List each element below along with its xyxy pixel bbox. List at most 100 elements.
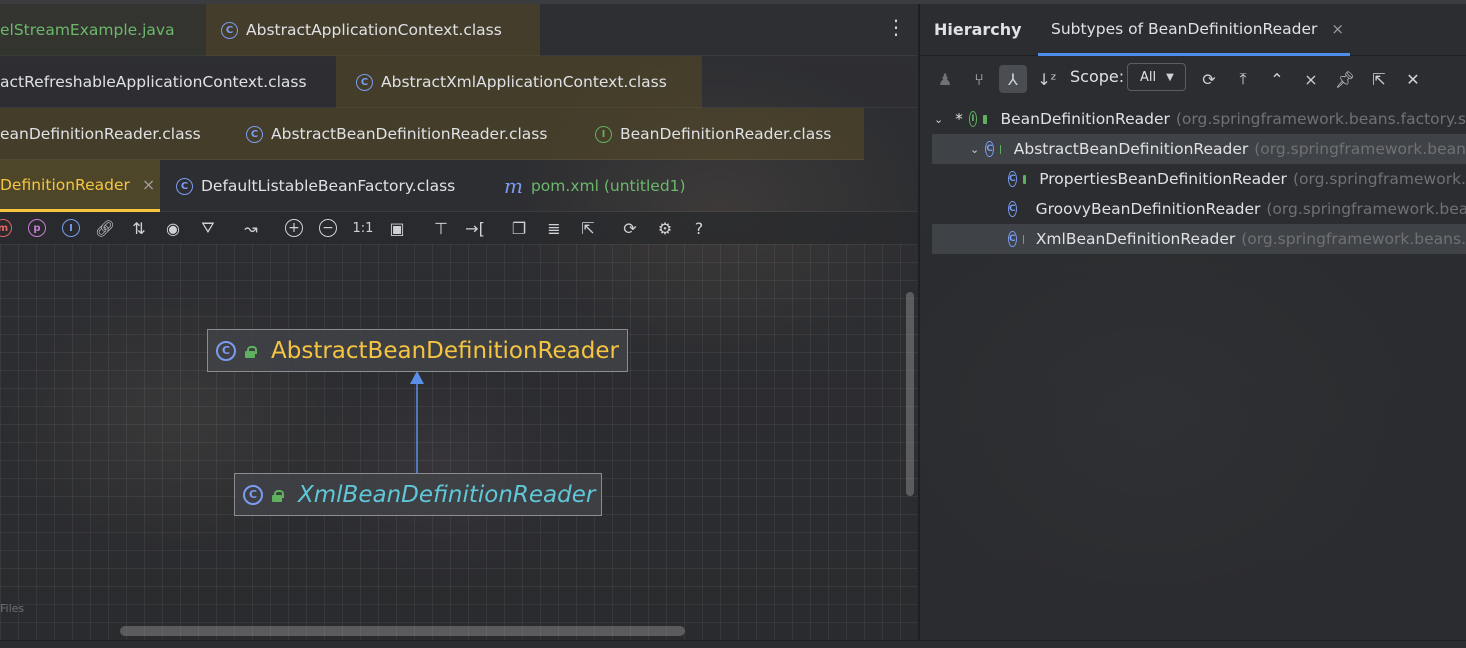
apply-layout-icon[interactable]: →[ [464,217,486,239]
export-icon[interactable]: ⇱ [577,217,599,239]
diagram-toolbar: m p I 🔗︎ ⇅ ◉ ⛛ ↝ + − 1:1 ▣ ⊤ →[ ❐ ≣ ⇱ ⟳ … [0,212,918,244]
tab-label: eanDefinitionReader.class [0,125,201,143]
public-lock-icon [272,489,284,502]
zoom-out-icon[interactable]: − [319,219,337,237]
fit-content-icon[interactable]: ▣ [386,217,408,239]
link-icon[interactable]: 🔗︎ [94,217,116,239]
pin-icon[interactable]: 📌︎ [1334,68,1356,90]
editor-tab-row-3: eanDefinitionReader.class C AbstractBean… [0,108,864,160]
scope-label: Scope: [1070,67,1125,86]
files-label: Files [0,602,25,615]
properties-icon[interactable]: p [28,219,46,237]
editor-tab-row-1: elStreamExample.java C AbstractApplicati… [0,4,918,56]
eye-icon[interactable]: ◉ [162,217,184,239]
diagram-node-xml-bean-definition-reader[interactable]: C XmlBeanDefinitionReader [234,473,602,516]
tree-item-xml-bean-definition-reader[interactable]: C XmlBeanDefinitionReader (org.springfra… [932,224,1466,254]
scope-select[interactable]: All ▼ [1127,63,1186,91]
tab-abstract-application-context[interactable]: C AbstractApplicationContext.class [206,4,540,56]
tab-subtypes[interactable]: Subtypes of BeanDefinitionReader × [1038,4,1350,56]
diagram-node-abstract-bean-definition-reader[interactable]: C AbstractBeanDefinitionReader [207,329,628,372]
tree-item-bean-definition-reader[interactable]: ⌄ * I BeanDefinitionReader (org.springfr… [920,104,1466,134]
collapse-all-icon[interactable]: ⨯ [1300,68,1322,90]
tree-item-abstract-bean-definition-reader[interactable]: ⌄ C AbstractBeanDefinitionReader (org.sp… [932,134,1466,164]
methods-icon[interactable]: m [0,219,12,237]
refresh-icon[interactable]: ⟳ [1198,68,1220,90]
zoom-in-icon[interactable]: + [285,219,303,237]
hierarchy-panel: Hierarchy Subtypes of BeanDefinitionRead… [920,4,1466,640]
node-label: AbstractBeanDefinitionReader [271,337,619,364]
refresh-icon[interactable]: ⟳ [619,217,641,239]
supertypes-icon[interactable]: ⑂ [968,68,990,90]
hierarchy-title: Hierarchy [934,20,1022,39]
tree-item-package: (org.springframework.bea [1266,200,1466,218]
class-icon: C [1008,201,1017,217]
tree-item-groovy-bean-definition-reader[interactable]: C GroovyBeanDefinitionReader (org.spring… [920,194,1466,224]
class-icon: C [1008,171,1017,187]
class-icon: C [221,21,238,39]
class-icon: C [985,141,994,157]
filter-icon[interactable]: ⛛ [197,217,219,239]
status-bar [0,640,1466,648]
class-icon: C [356,73,373,91]
tab-default-listable-bean-factory[interactable]: C DefaultListableBeanFactory.class [160,160,486,212]
editor-tab-row-2: actRefreshableApplicationContext.class C… [0,56,918,108]
public-lock-icon [1022,174,1027,184]
tab-bean-definition-reader-class-left[interactable]: eanDefinitionReader.class [0,108,226,160]
vertical-scrollbar[interactable] [906,292,914,496]
tab-label: actRefreshableApplicationContext.class [0,73,307,91]
class-icon: C [1008,231,1017,247]
diagram-canvas[interactable] [0,244,918,640]
sort-alphabetically-icon[interactable]: ↓ᶻ [1036,68,1058,90]
tab-abstract-xml-application-context[interactable]: C AbstractXmlApplicationContext.class [336,56,702,108]
chevron-down-icon: ▼ [1166,71,1174,83]
tab-label: AbstractBeanDefinitionReader.class [271,125,548,143]
tab-abstract-refreshable-application-context[interactable]: actRefreshableApplicationContext.class [0,56,336,108]
tree-item-properties-bean-definition-reader[interactable]: C PropertiesBeanDefinitionReader (org.sp… [920,164,1466,194]
close-icon[interactable]: × [1331,20,1344,38]
tree-item-name: BeanDefinitionReader [1000,110,1170,128]
more-tabs-icon[interactable]: ⋮ [886,17,906,37]
help-button[interactable]: ? [688,217,710,239]
tab-label: BeanDefinitionReader.class [620,125,832,143]
close-panel-icon[interactable]: ✕ [1402,68,1424,90]
expand-icon[interactable]: ⌃ [1266,68,1288,90]
tab-abstract-bean-definition-reader[interactable]: C AbstractBeanDefinitionReader.class [226,108,580,160]
close-icon[interactable]: × [142,175,155,194]
tree-item-name: PropertiesBeanDefinitionReader [1039,170,1287,188]
class-icon: C [243,484,263,505]
subtypes-icon[interactable]: ⅄ [999,65,1027,93]
route-edges-icon[interactable]: ↝ [240,217,262,239]
chevron-down-icon[interactable]: ⌄ [934,113,943,126]
tab-active-diagram[interactable]: DefinitionReader × [0,160,160,212]
inner-classes-icon[interactable]: I [62,219,80,237]
actual-size-button[interactable]: 1:1 [351,217,375,239]
open-in-window-icon[interactable]: ⇱ [1368,68,1390,90]
navigate-to-top-icon[interactable]: ⤒ [1232,68,1254,90]
interface-icon: I [968,111,978,127]
tree-item-package: (org.springframework.bean [1254,140,1466,158]
tab-label: DefaultListableBeanFactory.class [201,177,456,195]
tab-parallel-stream-example[interactable]: elStreamExample.java [0,4,206,56]
tree-item-package: (org.springframework.beans. [1241,230,1466,248]
class-icon: C [216,340,236,361]
inheritance-arrow [410,371,424,474]
editor-tab-row-4: DefinitionReader × C DefaultListableBean… [0,160,918,212]
horizontal-scrollbar[interactable] [120,626,685,636]
tab-label: pom.xml (untitled1) [530,177,686,195]
tab-label: AbstractXmlApplicationContext.class [381,73,667,91]
sort-icon[interactable]: ⇅ [128,217,150,239]
copy-diagram-icon[interactable]: ❐ [508,217,530,239]
public-lock-icon [245,345,257,358]
class-hierarchy-icon[interactable]: ♟ [934,68,956,90]
tab-pom-xml[interactable]: m pom.xml (untitled1) [486,160,716,212]
class-icon: C [176,177,193,195]
chevron-down-icon[interactable]: ⌄ [970,143,979,156]
tab-bean-definition-reader-class[interactable]: I BeanDefinitionReader.class [580,108,864,160]
settings-gear-icon[interactable]: ⚙ [654,217,676,239]
public-lock-icon [983,114,988,124]
show-edge-labels-icon[interactable]: ≣ [543,217,565,239]
ide-window: elStreamExample.java C AbstractApplicati… [0,0,1466,648]
layout-icon[interactable]: ⊤ [430,217,452,239]
tree-item-name: XmlBeanDefinitionReader [1035,230,1236,248]
node-label: XmlBeanDefinitionReader [298,481,596,508]
